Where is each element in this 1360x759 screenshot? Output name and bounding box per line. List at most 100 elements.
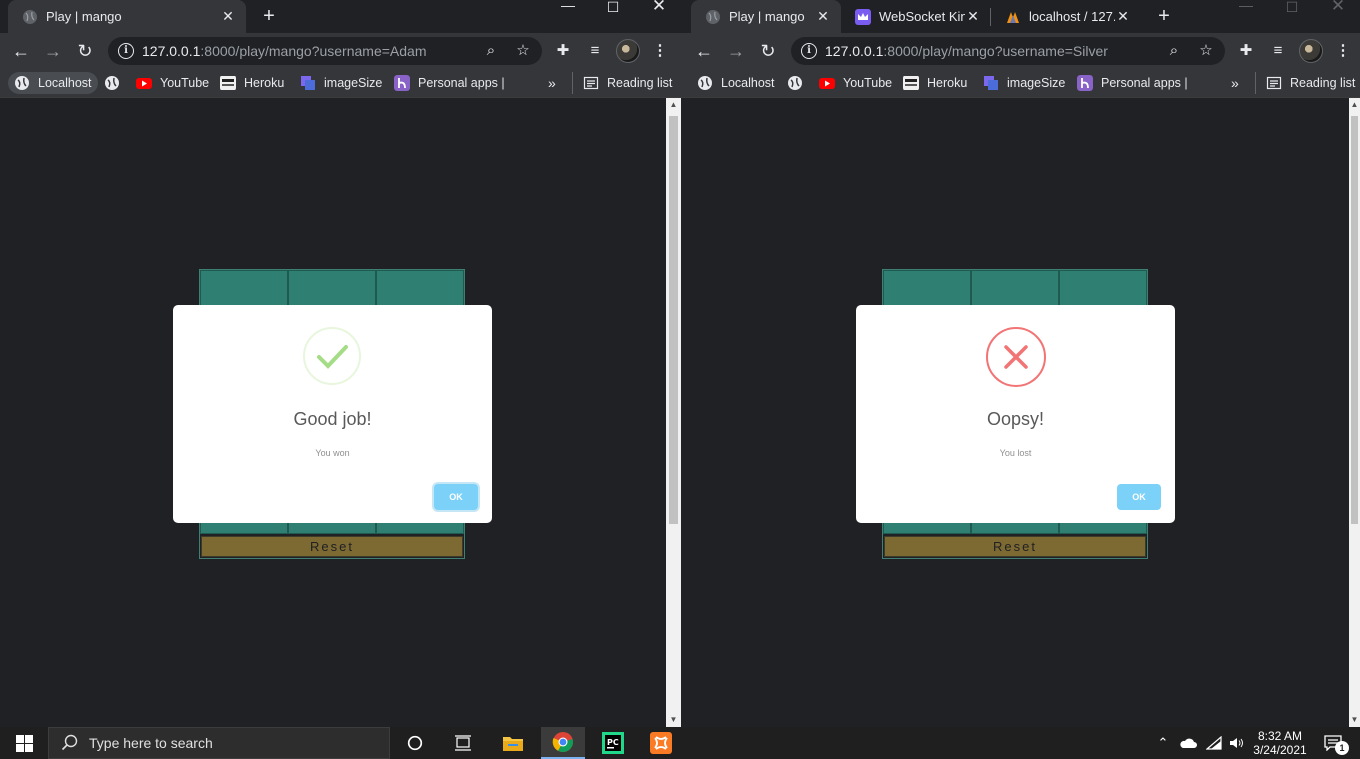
reading-list-button[interactable]: Reading list xyxy=(1255,72,1355,94)
extensions-icon[interactable]: ✚ xyxy=(552,40,574,62)
globe-icon xyxy=(706,9,720,24)
notification-center-button[interactable]: 1 xyxy=(1318,727,1349,759)
browser-toolbar: ← → ↻ i 127.0.0.1:8000/play/mango?userna… xyxy=(683,33,1360,68)
reset-button[interactable]: Reset xyxy=(884,536,1146,557)
crown-icon xyxy=(855,8,871,25)
minimize-button[interactable]: — xyxy=(1223,0,1269,30)
bookmark-youtube[interactable]: YouTube xyxy=(130,72,209,94)
modal-title: Oopsy! xyxy=(986,409,1045,429)
forward-button[interactable]: → xyxy=(40,38,66,64)
extensions-icon[interactable]: ✚ xyxy=(1235,40,1257,62)
folder-icon xyxy=(503,737,523,751)
zoom-search-icon[interactable]: ⌕ xyxy=(481,41,501,61)
bookmark-imagesize[interactable]: imageSize xyxy=(977,72,1065,94)
maximize-button[interactable]: ☐ xyxy=(590,0,636,30)
close-tab-icon[interactable]: ✕ xyxy=(815,8,831,25)
bookmark-personal-apps[interactable]: Personal apps | xyxy=(1071,72,1188,94)
bookmark-globe[interactable] xyxy=(781,72,811,94)
ok-button[interactable]: OK xyxy=(434,484,478,510)
youtube-icon xyxy=(136,78,152,89)
xampp-button[interactable] xyxy=(642,727,680,759)
bookmark-personal-apps[interactable]: Personal apps | xyxy=(388,72,505,94)
bookmark-globe[interactable] xyxy=(98,72,128,94)
new-tab-button[interactable]: + xyxy=(1151,4,1177,30)
scroll-down-arrow[interactable]: ▼ xyxy=(666,713,681,727)
tab-title: localhost / 127.0 xyxy=(1029,9,1115,24)
tab-title: Play | mango xyxy=(729,9,805,24)
profile-avatar[interactable] xyxy=(1299,39,1323,63)
close-tab-icon[interactable]: ✕ xyxy=(1115,8,1131,25)
globe-icon xyxy=(23,9,37,24)
scroll-up-arrow[interactable]: ▲ xyxy=(1349,98,1360,112)
reading-list-button[interactable]: Reading list xyxy=(572,72,672,94)
new-tab-button[interactable]: + xyxy=(256,4,282,30)
media-control-icon[interactable]: ≡ xyxy=(1267,40,1289,62)
start-button[interactable] xyxy=(0,727,48,759)
error-x-icon xyxy=(986,327,1046,387)
tab-play-mango[interactable]: Play | mango ✕ xyxy=(691,0,841,33)
bookmark-heroku[interactable]: Heroku xyxy=(897,72,967,94)
zoom-search-icon[interactable]: ⌕ xyxy=(1164,41,1184,61)
xampp-icon xyxy=(650,732,672,754)
more-bookmarks-button[interactable]: » xyxy=(548,72,556,94)
scroll-down-arrow[interactable]: ▼ xyxy=(1349,713,1360,727)
bookmark-star-icon[interactable]: ☆ xyxy=(513,41,533,61)
reload-button[interactable]: ↻ xyxy=(755,38,781,64)
pycharm-button[interactable]: PC xyxy=(594,727,632,759)
cortana-button[interactable] xyxy=(396,727,434,759)
tab-websocket-king[interactable]: WebSocket King ✕ xyxy=(841,0,991,33)
back-button[interactable]: ← xyxy=(691,38,717,64)
chrome-taskbar-button[interactable] xyxy=(541,727,585,759)
back-button[interactable]: ← xyxy=(8,38,34,64)
menu-kebab-icon[interactable]: ⋮ xyxy=(1332,40,1354,62)
forward-button[interactable]: → xyxy=(723,38,749,64)
bookmark-heroku[interactable]: Heroku xyxy=(214,72,284,94)
bookmark-imagesize[interactable]: imageSize xyxy=(294,72,382,94)
bookmarks-bar: Localhost YouTube Heroku imageSize Perso… xyxy=(683,68,1360,98)
bookmark-star-icon[interactable]: ☆ xyxy=(1196,41,1216,61)
scroll-up-arrow[interactable]: ▲ xyxy=(666,98,681,112)
onedrive-icon[interactable] xyxy=(1177,727,1199,759)
scroll-thumb[interactable] xyxy=(1351,116,1358,524)
site-info-icon[interactable]: i xyxy=(118,43,134,59)
site-info-icon[interactable]: i xyxy=(801,43,817,59)
tab-play-mango[interactable]: Play | mango ✕ xyxy=(8,0,246,33)
tab-phpmyadmin[interactable]: localhost / 127.0 ✕ xyxy=(991,0,1141,33)
file-explorer-button[interactable] xyxy=(494,727,532,759)
chrome-icon xyxy=(552,732,573,753)
windows-taskbar: Type here to search PC ⌃ 8:32 AM 3/24/20… xyxy=(0,727,1360,759)
reload-button[interactable]: ↻ xyxy=(72,38,98,64)
address-bar[interactable]: i 127.0.0.1:8000/play/mango?username=Sil… xyxy=(791,37,1225,65)
show-hidden-icons-button[interactable]: ⌃ xyxy=(1153,727,1173,759)
close-tab-icon[interactable]: ✕ xyxy=(220,8,236,25)
task-view-button[interactable] xyxy=(444,727,482,759)
network-icon[interactable] xyxy=(1203,727,1225,759)
modal-text: You won xyxy=(315,448,350,458)
address-bar[interactable]: i 127.0.0.1:8000/play/mango?username=Ada… xyxy=(108,37,542,65)
taskbar-search-box[interactable]: Type here to search xyxy=(48,727,390,759)
volume-icon[interactable] xyxy=(1226,727,1248,759)
menu-kebab-icon[interactable]: ⋮ xyxy=(649,40,671,62)
close-window-button[interactable]: ✕ xyxy=(1315,0,1360,30)
minimize-button[interactable]: — xyxy=(545,0,591,30)
bookmark-youtube[interactable]: YouTube xyxy=(813,72,892,94)
bookmark-localhost[interactable]: Localhost xyxy=(691,72,775,94)
reset-button[interactable]: Reset xyxy=(201,536,463,557)
maximize-button[interactable]: ☐ xyxy=(1269,0,1315,30)
close-window-button[interactable]: ✕ xyxy=(636,0,682,30)
system-clock[interactable]: 8:32 AM 3/24/2021 xyxy=(1250,729,1310,757)
more-bookmarks-button[interactable]: » xyxy=(1231,72,1239,94)
youtube-icon xyxy=(819,78,835,89)
ok-button[interactable]: OK xyxy=(1117,484,1161,510)
vertical-scrollbar[interactable]: ▲ ▼ xyxy=(666,98,681,727)
imagesize-icon xyxy=(301,76,315,90)
reading-list-icon xyxy=(583,76,599,90)
close-tab-icon[interactable]: ✕ xyxy=(965,8,981,25)
media-control-icon[interactable]: ≡ xyxy=(584,40,606,62)
heroku-icon xyxy=(220,76,236,90)
bookmark-localhost[interactable]: Localhost xyxy=(8,72,98,94)
scroll-thumb[interactable] xyxy=(669,116,678,524)
profile-avatar[interactable] xyxy=(616,39,640,63)
globe-icon xyxy=(698,76,712,90)
vertical-scrollbar[interactable]: ▲ ▼ xyxy=(1349,98,1360,727)
